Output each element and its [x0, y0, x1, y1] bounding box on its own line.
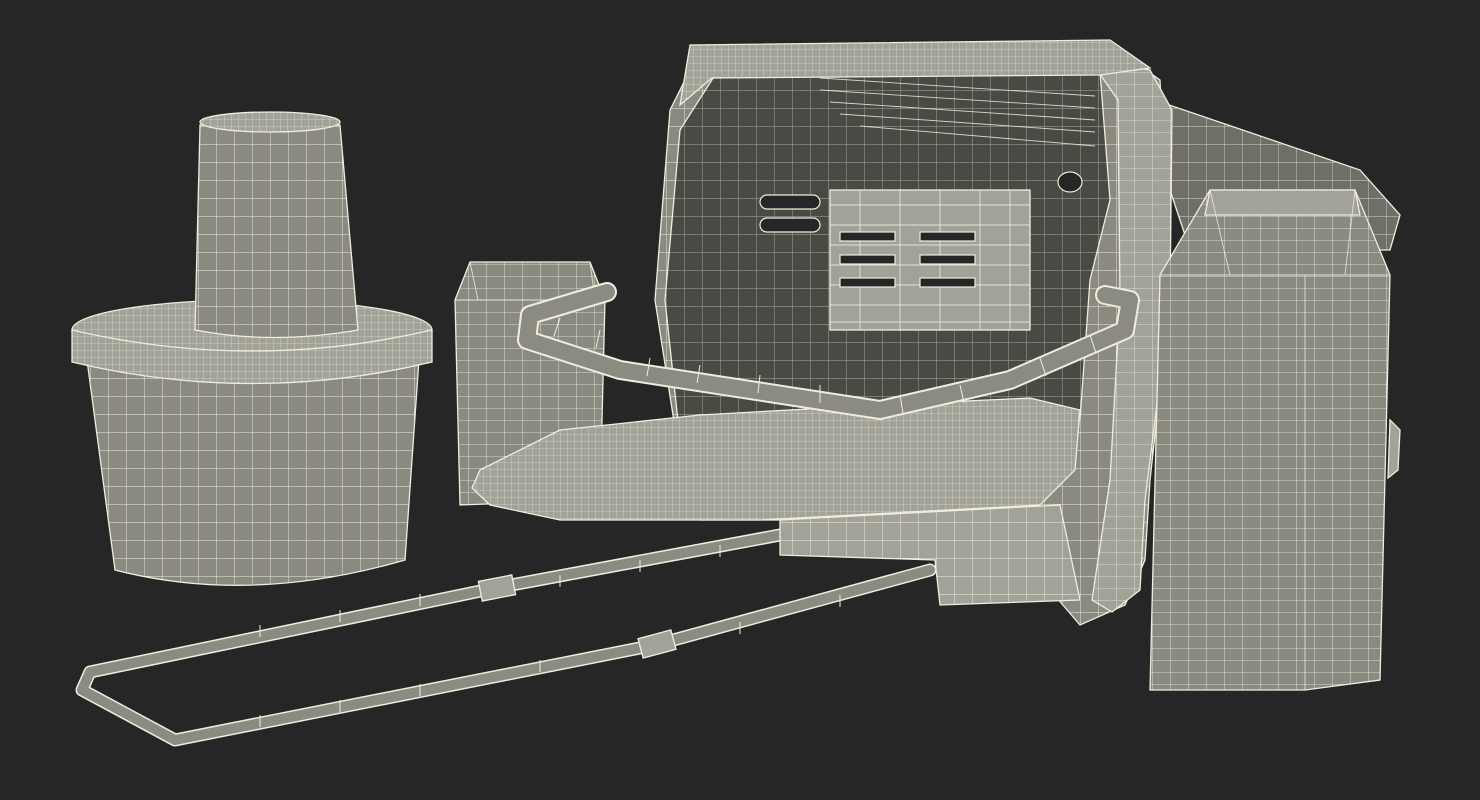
cup	[194, 111, 359, 339]
milk-carton-large	[1149, 189, 1401, 691]
viewport-render	[0, 0, 1480, 800]
tub	[71, 299, 433, 586]
wireframe-scene	[71, 39, 1401, 747]
